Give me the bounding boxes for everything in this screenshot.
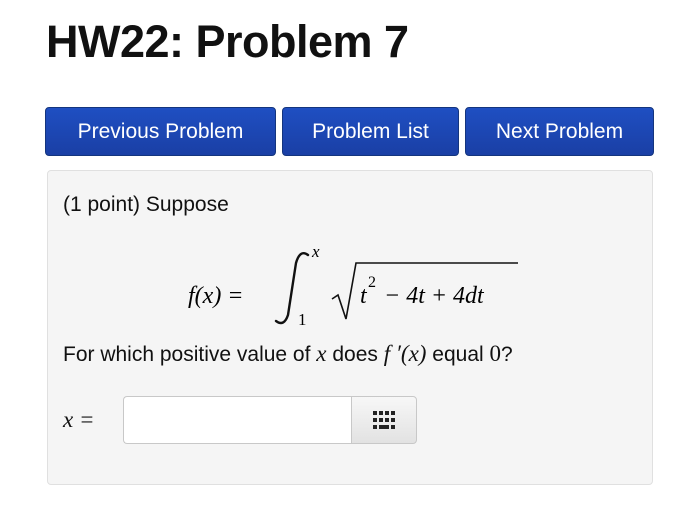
radicand-exponent: 2 <box>368 274 376 291</box>
radicand-t: t <box>360 283 368 309</box>
question-zero: 0 <box>489 341 502 366</box>
radicand-rest: − 4t + 4dt <box>384 283 485 309</box>
keypad-icon <box>373 411 395 429</box>
answer-label: x = <box>63 407 94 433</box>
problem-panel: (1 point) Suppose f(x) = x 1 t 2 − 4t + … <box>47 170 653 485</box>
previous-problem-button[interactable]: Previous Problem <box>45 107 276 156</box>
integral-lower-limit: 1 <box>298 310 307 329</box>
integral-upper-limit: x <box>311 242 320 261</box>
integral-formula: f(x) = x 1 t 2 − 4t + 4dt <box>188 242 518 329</box>
question-var-x: x <box>316 341 327 366</box>
question-fprime: f ′(x) <box>383 341 427 366</box>
question-part2: does <box>332 343 378 366</box>
math-keypad-button[interactable] <box>351 396 417 444</box>
formula-lhs: f(x) = <box>188 283 244 309</box>
question-part3: equal <box>432 343 484 366</box>
question-end: ? <box>501 343 513 366</box>
problem-intro: (1 point) Suppose <box>63 193 229 216</box>
answer-input[interactable] <box>123 396 351 444</box>
page-title: HW22: Problem 7 <box>46 16 409 67</box>
question-part1: For which positive value of <box>63 343 311 366</box>
answer-label-text: x = <box>63 407 95 432</box>
problem-list-button[interactable]: Problem List <box>282 107 459 156</box>
next-problem-button[interactable]: Next Problem <box>465 107 654 156</box>
problem-question: For which positive value of x does f ′(x… <box>63 341 513 367</box>
